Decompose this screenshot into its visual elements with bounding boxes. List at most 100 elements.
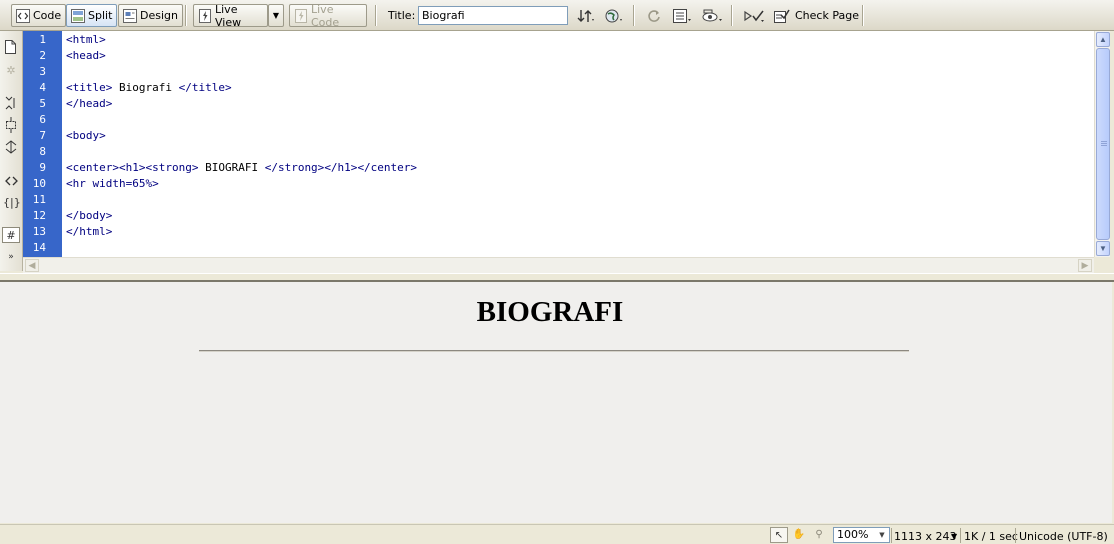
line-number: 2 bbox=[39, 49, 46, 62]
scroll-down-button[interactable]: ▼ bbox=[1096, 241, 1110, 256]
scrollbar-corner bbox=[1094, 257, 1110, 273]
check-page-button[interactable]: Check Page bbox=[769, 4, 864, 27]
code-vertical-scrollbar[interactable]: ▲ ▼ bbox=[1094, 31, 1110, 257]
line-number: 12 bbox=[32, 209, 46, 222]
code-line[interactable]: <body> bbox=[66, 128, 106, 144]
split-view-label: Split bbox=[88, 9, 113, 22]
chevron-down-icon[interactable]: » bbox=[3, 249, 19, 265]
status-divider bbox=[891, 528, 892, 543]
line-number: 5 bbox=[39, 97, 46, 110]
document-toolbar: Code Split Design Live View ▼ Live Code … bbox=[0, 0, 1114, 31]
line-number: 6 bbox=[39, 113, 46, 126]
code-view-icon bbox=[16, 8, 30, 23]
toolbar-separator bbox=[862, 5, 863, 26]
toolbar-separator bbox=[375, 5, 376, 26]
coding-toolbar: ✲ {|} # » bbox=[0, 31, 23, 271]
code-line[interactable]: </head> bbox=[66, 96, 112, 112]
live-view-label: Live View bbox=[215, 2, 242, 29]
line-number: 13 bbox=[32, 225, 46, 238]
design-view[interactable]: BIOGRAFI bbox=[0, 282, 1112, 523]
split-divider[interactable] bbox=[0, 273, 1114, 282]
line-number: 11 bbox=[32, 193, 46, 206]
status-bar: ↖ ✋ ⚲ 100% ▼ 1113 x 243 ▼ 1K / 1 sec Uni… bbox=[0, 524, 1114, 544]
zoom-select[interactable]: 100% ▼ bbox=[833, 527, 890, 543]
expand-all-icon[interactable] bbox=[3, 139, 19, 155]
chevron-down-icon: ▼ bbox=[879, 531, 885, 539]
code-line[interactable]: <head> bbox=[66, 48, 106, 64]
code-view-button[interactable]: Code bbox=[11, 4, 67, 27]
scroll-left-button[interactable]: ◀ bbox=[25, 259, 39, 272]
live-code-icon bbox=[294, 8, 308, 23]
scroll-up-button[interactable]: ▲ bbox=[1096, 32, 1110, 47]
show-code-navigator-icon[interactable]: ✲ bbox=[3, 63, 19, 79]
code-line[interactable]: <hr width=65%> bbox=[66, 176, 159, 192]
encoding: Unicode (UTF-8) bbox=[1019, 530, 1108, 543]
collapse-full-tag-icon[interactable] bbox=[3, 95, 19, 111]
line-number: 10 bbox=[32, 177, 46, 190]
window-size[interactable]: 1113 x 243 bbox=[894, 530, 957, 543]
validate-icon bbox=[744, 9, 764, 23]
code-line[interactable]: <html> bbox=[66, 32, 106, 48]
line-number: 9 bbox=[39, 161, 46, 174]
refresh-icon bbox=[647, 9, 661, 23]
toolbar-separator bbox=[185, 5, 186, 26]
validate-markup-button[interactable] bbox=[739, 4, 764, 27]
line-number: 14 bbox=[32, 241, 46, 254]
collapse-selection-icon[interactable] bbox=[3, 117, 19, 133]
line-number: 3 bbox=[39, 65, 46, 78]
line-number: 8 bbox=[39, 145, 46, 158]
status-divider bbox=[1015, 528, 1016, 543]
live-view-icon bbox=[198, 8, 212, 23]
horizontal-rule bbox=[199, 350, 909, 352]
select-tool-icon[interactable]: ↖ bbox=[770, 527, 788, 543]
view-options-button[interactable] bbox=[668, 4, 692, 27]
live-code-button[interactable]: Live Code bbox=[289, 2, 367, 29]
code-view-label: Code bbox=[33, 9, 62, 22]
file-transfer-icon bbox=[577, 9, 594, 23]
document-title-input[interactable]: Biografi bbox=[418, 6, 568, 25]
status-tools: ↖ ✋ ⚲ bbox=[770, 527, 830, 543]
page-heading: BIOGRAFI bbox=[476, 296, 624, 328]
open-documents-icon[interactable] bbox=[3, 39, 19, 55]
visual-aids-icon bbox=[702, 9, 722, 23]
toolbar-separator bbox=[731, 5, 732, 26]
code-line[interactable]: <title> Biografi </title> bbox=[66, 80, 232, 96]
live-view-dropdown[interactable]: ▼ bbox=[268, 4, 284, 27]
design-view-label: Design bbox=[140, 9, 178, 22]
code-horizontal-scrollbar[interactable]: ◀ ▶ bbox=[23, 257, 1094, 273]
split-view-button[interactable]: Split bbox=[66, 4, 118, 27]
line-number-gutter: 1 2 3 4 5 6 7 8 9 10 11 12 13 14 bbox=[23, 31, 62, 257]
check-page-icon bbox=[774, 9, 790, 23]
code-editor[interactable]: <html> <head> <title> Biografi </title> </h… bbox=[62, 31, 1094, 257]
download-size: 1K / 1 sec bbox=[964, 530, 1018, 543]
chevron-down-icon: ▼ bbox=[272, 11, 280, 20]
view-options-icon bbox=[673, 8, 691, 23]
chevron-down-icon[interactable]: ▼ bbox=[951, 532, 957, 541]
code-line[interactable]: </html> bbox=[66, 224, 112, 240]
select-parent-tag-icon[interactable] bbox=[3, 173, 19, 189]
design-view-icon bbox=[123, 8, 137, 23]
status-divider bbox=[960, 528, 961, 543]
visual-aids-button[interactable] bbox=[697, 4, 722, 27]
code-line[interactable]: </body> bbox=[66, 208, 112, 224]
file-management-button[interactable] bbox=[572, 4, 596, 27]
hand-tool-icon[interactable]: ✋ bbox=[790, 527, 808, 543]
live-code-label: Live Code bbox=[311, 2, 340, 29]
zoom-tool-icon[interactable]: ⚲ bbox=[810, 527, 828, 543]
refresh-button[interactable] bbox=[642, 4, 666, 27]
balance-braces-icon[interactable]: {|} bbox=[3, 195, 21, 211]
live-view-button[interactable]: Live View bbox=[193, 2, 268, 29]
line-number: 1 bbox=[39, 33, 46, 46]
split-view-icon bbox=[71, 8, 85, 23]
design-view-button[interactable]: Design bbox=[118, 4, 183, 27]
code-line[interactable]: <center><h1><strong> BIOGRAFI </strong><… bbox=[66, 160, 417, 176]
line-numbers-toggle[interactable]: # bbox=[2, 227, 20, 243]
preview-in-browser-button[interactable] bbox=[600, 4, 624, 27]
scroll-right-button[interactable]: ▶ bbox=[1078, 259, 1092, 272]
zoom-value: 100% bbox=[837, 528, 869, 541]
toolbar-separator bbox=[633, 5, 634, 26]
line-number: 7 bbox=[39, 129, 46, 142]
globe-icon bbox=[605, 9, 622, 23]
title-label: Title: bbox=[388, 9, 416, 22]
scroll-thumb[interactable] bbox=[1096, 48, 1110, 240]
